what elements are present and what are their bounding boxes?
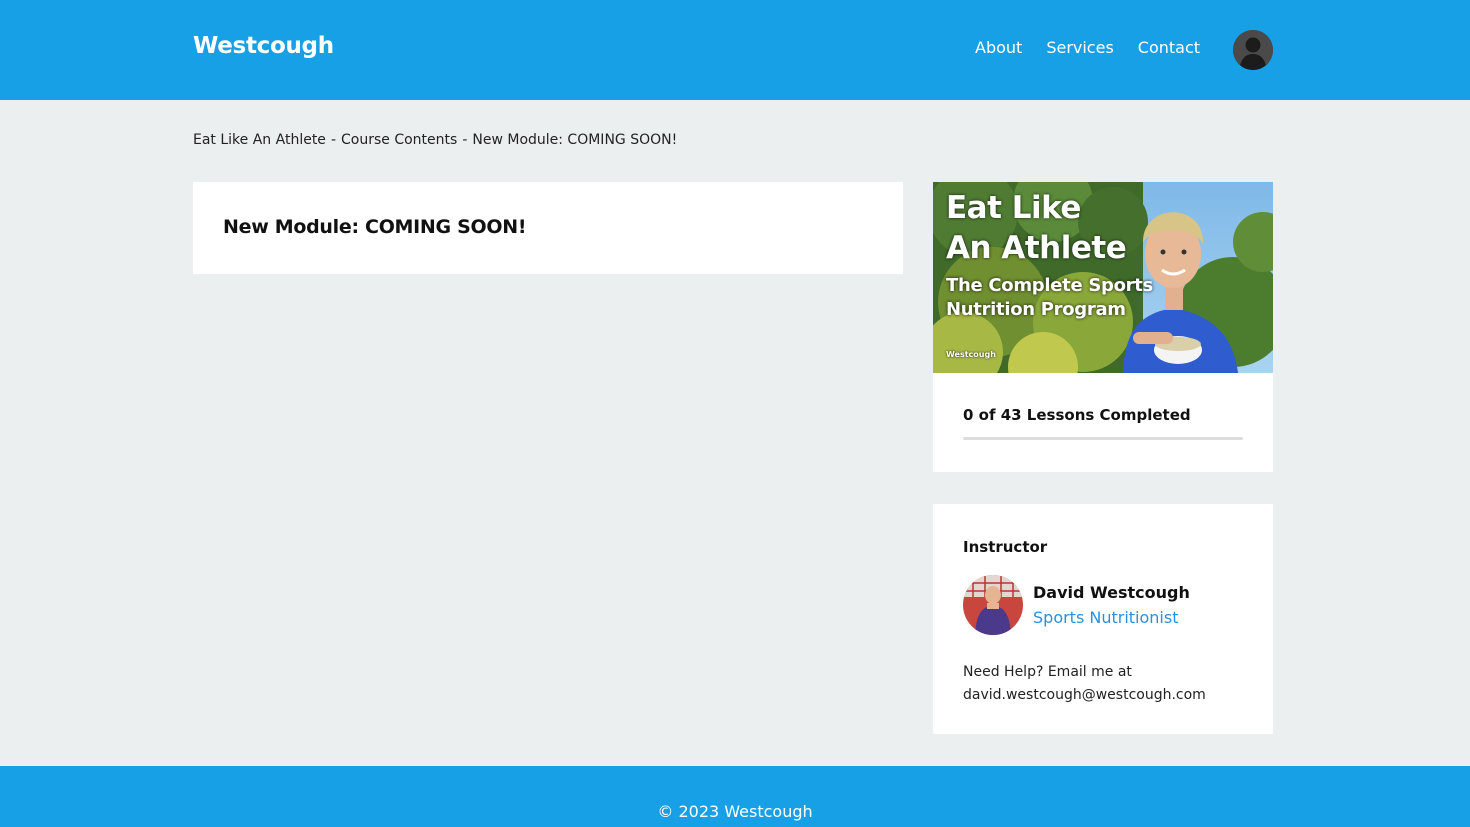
cover-title: Eat Like An Athlete	[946, 188, 1127, 268]
breadcrumb-contents[interactable]: Course Contents	[341, 132, 457, 148]
cover-subtitle: The Complete Sports Nutrition Program	[946, 274, 1153, 322]
nav-link-about[interactable]: About	[975, 38, 1022, 57]
instructor-heading: Instructor	[963, 538, 1048, 556]
course-cover-image[interactable]: Eat Like An Athlete The Complete Sports …	[933, 182, 1273, 373]
cover-brand: Westcough	[946, 350, 996, 359]
nav-link-contact[interactable]: Contact	[1138, 38, 1200, 57]
instructor-help-text: Need Help? Email me at david.westcough@w…	[963, 661, 1253, 707]
instructor-avatar	[963, 575, 1023, 635]
instructor-name: David Westcough	[1033, 583, 1190, 602]
instructor-card: Instructor David Westcough Sports Nutrit…	[933, 504, 1273, 734]
cover-subtitle-line1: The Complete Sports	[946, 275, 1153, 296]
course-card: Eat Like An Athlete The Complete Sports …	[933, 182, 1273, 472]
cover-subtitle-line2: Nutrition Program	[946, 299, 1126, 320]
site-footer: © 2023 Westcough	[0, 766, 1470, 827]
cover-title-line1: Eat Like	[946, 190, 1081, 226]
help-email: david.westcough@westcough.com	[963, 687, 1206, 703]
breadcrumb-current: New Module: COMING SOON!	[472, 132, 678, 148]
breadcrumb-separator: -	[330, 132, 336, 148]
lessons-progress-text: 0 of 43 Lessons Completed	[963, 406, 1191, 424]
main-nav: About Services Contact	[975, 38, 1224, 57]
breadcrumb-course[interactable]: Eat Like An Athlete	[193, 132, 326, 148]
site-logo-link[interactable]: Westcough	[193, 33, 334, 59]
site-header: Westcough About Services Contact	[0, 0, 1470, 100]
footer-copyright: © 2023 Westcough	[657, 802, 813, 821]
instructor-role-link[interactable]: Sports Nutritionist	[1033, 608, 1178, 627]
help-line: Need Help? Email me at	[963, 664, 1132, 680]
nav-link-services[interactable]: Services	[1046, 38, 1113, 57]
lessons-progress-bar	[963, 437, 1243, 440]
breadcrumb: Eat Like An Athlete - Course Contents - New …	[193, 132, 677, 148]
cover-title-line2: An Athlete	[946, 230, 1127, 266]
breadcrumb-separator: -	[462, 132, 468, 148]
module-card: New Module: COMING SOON!	[193, 182, 903, 274]
module-title: New Module: COMING SOON!	[223, 216, 527, 238]
user-avatar-icon[interactable]	[1233, 30, 1273, 70]
